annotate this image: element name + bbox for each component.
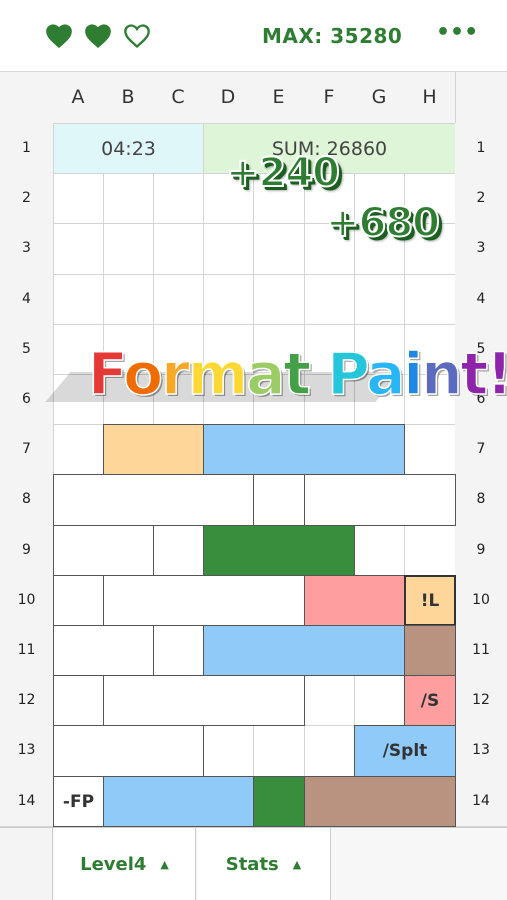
column-header-h[interactable]: H xyxy=(404,72,455,123)
row-header-left[interactable]: 7 xyxy=(0,424,53,475)
banner-letter: ! xyxy=(486,339,507,409)
row-header-left[interactable]: 6 xyxy=(0,374,53,425)
heart-empty-icon xyxy=(124,24,150,49)
block-orange[interactable]: !L xyxy=(404,575,456,626)
row-header-left[interactable]: 3 xyxy=(0,223,53,274)
banner-letter: a xyxy=(245,339,286,409)
block-brown[interactable] xyxy=(404,625,456,676)
block-label: -FP xyxy=(62,791,95,812)
column-header-g[interactable]: G xyxy=(354,72,404,123)
tab-level[interactable]: Level4 ▲ xyxy=(54,828,196,900)
column-header-e[interactable]: E xyxy=(253,72,304,123)
block-white[interactable] xyxy=(153,525,204,576)
banner-letter: o xyxy=(123,339,164,409)
block-white[interactable] xyxy=(253,474,305,526)
block-green[interactable] xyxy=(203,525,355,576)
block-white[interactable] xyxy=(53,625,154,676)
row-header-left[interactable]: 1 xyxy=(0,123,53,174)
banner-letter: t xyxy=(283,339,312,409)
spreadsheet-grid: A B C D E F G H 1 1 2 2 3 3 4 4 5 5 6 6 7 7 8 8 9 9 10 10 11 11 12 12 13… xyxy=(0,72,507,827)
row-header-right[interactable]: 14 xyxy=(455,775,507,826)
row-header-right[interactable]: 11 xyxy=(455,625,507,676)
format-paint-banner: Format Paint! xyxy=(87,339,507,409)
bottom-tab-bar: Level4 ▲ Stats ▲ xyxy=(0,827,507,900)
column-header-d[interactable]: D xyxy=(203,72,253,123)
row-header-left[interactable]: 10 xyxy=(0,574,53,625)
block-white[interactable] xyxy=(103,575,305,626)
row-header-right[interactable]: 3 xyxy=(455,223,507,274)
row-header-left[interactable]: 4 xyxy=(0,273,53,324)
row-header-left[interactable]: 5 xyxy=(0,323,53,374)
column-header-a[interactable]: A xyxy=(53,72,103,123)
row-header-right[interactable]: 7 xyxy=(455,424,507,475)
row-header-right[interactable]: 4 xyxy=(455,273,507,324)
score-popup: +680 xyxy=(325,199,441,247)
block-pink[interactable]: /S xyxy=(404,675,456,726)
banner-letter: a xyxy=(365,339,406,409)
block-white[interactable]: -FP xyxy=(53,776,104,827)
timer-cell: 04:23 xyxy=(54,124,203,174)
banner-letter: i xyxy=(403,339,424,409)
block-white[interactable] xyxy=(53,575,104,626)
more-icon[interactable]: ••• xyxy=(436,22,478,50)
heart-full-icon xyxy=(46,24,72,49)
block-blue[interactable]: /Splt xyxy=(354,725,456,777)
row-header-right[interactable]: 2 xyxy=(455,173,507,224)
triangle-up-icon: ▲ xyxy=(292,857,302,871)
top-bar: MAX: 35280 ••• xyxy=(0,0,507,72)
row-header-right[interactable]: 10 xyxy=(455,574,507,625)
block-white[interactable] xyxy=(153,625,204,676)
score-popup: +240 xyxy=(225,149,341,197)
banner-letter: t xyxy=(460,339,489,409)
block-white[interactable] xyxy=(53,525,154,576)
row-header-right[interactable]: 9 xyxy=(455,524,507,575)
block-white[interactable] xyxy=(304,474,456,526)
tab-level-label: Level4 xyxy=(80,853,147,875)
row-header-right[interactable]: 8 xyxy=(455,474,507,525)
banner-letter: n xyxy=(420,339,463,409)
row-header-left[interactable]: 2 xyxy=(0,173,53,224)
block-white[interactable] xyxy=(53,675,104,726)
tab-stats-label: Stats xyxy=(225,853,279,875)
max-score: MAX: 35280 xyxy=(262,24,403,48)
column-header-f[interactable]: F xyxy=(304,72,354,123)
block-white[interactable] xyxy=(53,474,254,526)
row-header-left[interactable]: 13 xyxy=(0,725,53,776)
block-label: /Splt xyxy=(382,741,428,761)
row-header-left[interactable]: 9 xyxy=(0,524,53,575)
row-header-right[interactable]: 1 xyxy=(455,123,507,174)
banner-letter xyxy=(309,340,327,408)
block-brown[interactable] xyxy=(304,776,456,827)
row-header-left[interactable]: 11 xyxy=(0,625,53,676)
block-white[interactable] xyxy=(53,725,204,777)
banner-letter: P xyxy=(327,339,369,409)
block-orange[interactable] xyxy=(103,424,204,475)
tab-bar-corner xyxy=(0,828,53,900)
block-pink[interactable] xyxy=(304,575,405,626)
block-white[interactable] xyxy=(103,675,305,726)
row-header-right[interactable]: 12 xyxy=(455,675,507,726)
tab-stats[interactable]: Stats ▲ xyxy=(197,828,331,900)
row-header-right[interactable]: 13 xyxy=(455,725,507,776)
block-green[interactable] xyxy=(253,776,305,827)
row-header-left[interactable]: 12 xyxy=(0,675,53,726)
column-header-b[interactable]: B xyxy=(103,72,153,123)
banner-letter: m xyxy=(187,339,249,409)
banner-letter: r xyxy=(160,339,190,409)
heart-full-icon xyxy=(85,24,111,49)
block-label: /S xyxy=(420,690,440,711)
column-header-c[interactable]: C xyxy=(153,72,203,123)
block-blue[interactable] xyxy=(103,776,254,827)
banner-letter: F xyxy=(87,339,126,409)
block-blue[interactable] xyxy=(203,625,405,676)
triangle-up-icon: ▲ xyxy=(160,857,169,871)
row-header-left[interactable]: 8 xyxy=(0,474,53,525)
block-label: !L xyxy=(420,590,440,611)
row-header-left[interactable]: 14 xyxy=(0,775,53,826)
block-blue[interactable] xyxy=(203,424,405,475)
